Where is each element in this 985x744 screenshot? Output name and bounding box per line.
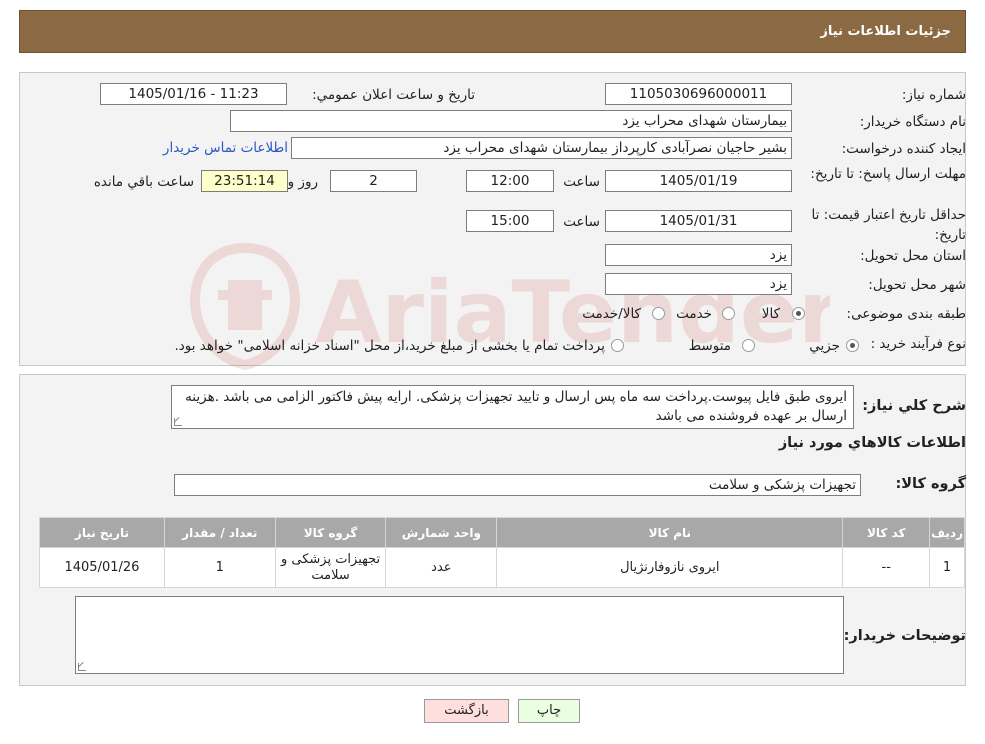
category-option-goods: کالا	[761, 306, 780, 322]
process-option-medium: متوسط	[688, 338, 731, 354]
remaining-time-field: 23:51:14	[201, 170, 288, 192]
description-text: ایروی طبق فایل پیوست.پرداخت سه ماه پس ار…	[185, 389, 847, 424]
page-title: جزئیات اطلاعات نیاز	[820, 24, 951, 39]
process-checkbox-treasury[interactable]	[611, 339, 624, 352]
deadline-label: مهلت ارسال پاسخ: تا تاريخ:	[810, 166, 966, 182]
remaining-label: ساعت باقي مانده	[93, 174, 194, 190]
announce-field: 1405/01/16 - 11:23	[100, 83, 287, 105]
city-field: یزد	[605, 273, 792, 295]
resize-grip-icon[interactable]	[78, 663, 86, 671]
province-field: یزد	[605, 244, 792, 266]
process-note: پرداخت تمام یا بخشی از مبلغ خرید،از محل …	[174, 338, 605, 354]
table-row: 1 -- ایروی نازوفارنژیال عدد تجهیزات پزشک…	[39, 547, 965, 588]
product-group-field: تجهیزات پزشکی و سلامت	[174, 474, 861, 496]
items-table: رديف کد کالا نام کالا واحد شمارش گروه کا…	[39, 517, 965, 588]
buyer-label: نام دستگاه خريدار:	[859, 114, 966, 130]
province-label: استان محل تحويل:	[860, 248, 966, 264]
cell-group: تجهیزات پزشکی و سلامت	[274, 547, 387, 588]
col-quantity: تعداد / مقدار	[163, 517, 276, 548]
cell-row: 1	[929, 547, 965, 588]
validity-time-label: ساعت	[563, 214, 600, 230]
deadline-time-label: ساعت	[563, 174, 600, 190]
col-code: کد کالا	[842, 517, 931, 548]
print-button[interactable]: چاپ	[518, 699, 580, 723]
process-radio-minor[interactable]	[846, 339, 859, 352]
items-section-title: اطلاعات کالاهاي مورد نياز	[778, 435, 966, 451]
back-button[interactable]: بازگشت	[424, 699, 509, 723]
city-label: شهر محل تحويل:	[868, 277, 966, 293]
days-field: 2	[330, 170, 417, 192]
buyer-field: بیمارستان شهدای محراب یزد	[230, 110, 792, 132]
items-table-header: رديف کد کالا نام کالا واحد شمارش گروه کا…	[39, 517, 965, 548]
creator-label: ايجاد کننده درخواست:	[841, 141, 966, 157]
need-number-label: شماره نیاز:	[901, 87, 966, 103]
buyer-contact-link[interactable]: اطلاعات تماس خريدار	[163, 140, 288, 156]
validity-date-field: 1405/01/31	[605, 210, 792, 232]
deadline-time-field: 12:00	[466, 170, 554, 192]
days-label: روز و	[287, 174, 318, 190]
process-option-minor: جزيي	[809, 338, 840, 354]
category-label: طبقه بندی موضوعی:	[846, 306, 966, 322]
buyer-notes-label: توضیحات خریدار:	[843, 628, 966, 644]
cell-quantity: 1	[163, 547, 276, 588]
cell-unit: عدد	[385, 547, 498, 588]
creator-field: بشیر حاجیان نصرآبادی کارپرداز بیمارستان …	[291, 137, 792, 159]
deadline-date-field: 1405/01/19	[605, 170, 792, 192]
category-option-service: خدمت	[676, 306, 712, 322]
col-name: نام کالا	[496, 517, 844, 548]
process-radio-medium[interactable]	[742, 339, 755, 352]
validity-label: حداقل تاريخ اعتبار قيمت: تا تاريخ:	[811, 207, 966, 243]
cell-code: --	[842, 547, 931, 588]
category-option-goods-service: کالا/خدمت	[582, 306, 641, 322]
col-need-date: تاريخ نياز	[39, 517, 165, 548]
col-group: گروه کالا	[274, 517, 387, 548]
description-label: شرح کلي نياز:	[862, 398, 966, 414]
announce-label: تاریخ و ساعت اعلان عمومي:	[312, 87, 475, 103]
cell-need-date: 1405/01/26	[39, 547, 165, 588]
description-textarea[interactable]: ایروی طبق فایل پیوست.پرداخت سه ماه پس ار…	[171, 385, 854, 429]
col-row: رديف	[929, 517, 965, 548]
page-header: جزئیات اطلاعات نیاز	[19, 10, 966, 53]
resize-grip-icon[interactable]	[174, 418, 182, 426]
category-radio-goods[interactable]	[792, 307, 805, 320]
col-unit: واحد شمارش	[385, 517, 498, 548]
process-label: نوع فرآيند خريد :	[870, 336, 966, 352]
cell-name: ایروی نازوفارنژیال	[496, 547, 844, 588]
category-radio-goods-service[interactable]	[652, 307, 665, 320]
product-group-label: گروه کالا:	[895, 476, 966, 492]
buyer-notes-textarea[interactable]	[75, 596, 844, 674]
need-number-field: 1105030696000011	[605, 83, 792, 105]
category-radio-service[interactable]	[722, 307, 735, 320]
validity-time-field: 15:00	[466, 210, 554, 232]
